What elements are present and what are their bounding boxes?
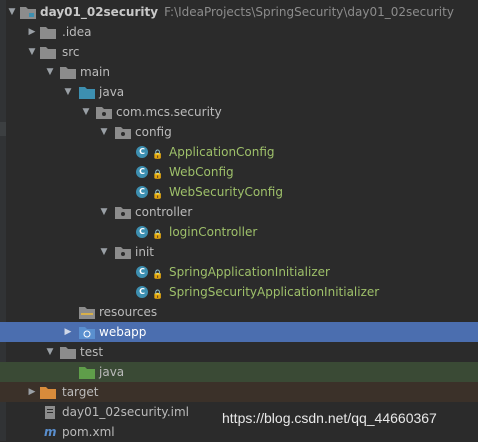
package-label: com.mcs.security: [116, 105, 222, 119]
webapp-label: webapp: [99, 325, 147, 339]
target-label: target: [62, 385, 99, 399]
tree-row-application-config[interactable]: C 🔒 ApplicationConfig: [0, 142, 478, 162]
controller-label: controller: [135, 205, 193, 219]
package-icon: [115, 127, 131, 139]
maven-icon: m: [44, 425, 57, 439]
iml-file-icon: [45, 406, 55, 419]
chevron-down-icon[interactable]: ▼: [98, 242, 110, 262]
source-folder-icon: [79, 87, 95, 99]
resources-label: resources: [99, 305, 158, 319]
tree-row-login-controller[interactable]: C 🔒 loginController: [0, 222, 478, 242]
chevron-down-icon[interactable]: ▼: [26, 42, 38, 62]
package-icon: [115, 247, 131, 259]
chevron-right-icon[interactable]: ▶: [26, 22, 38, 42]
tree-row-root[interactable]: ▼ day01_02security F:\IdeaProjects\Spring…: [0, 2, 478, 22]
root-name: day01_02security: [40, 5, 159, 19]
tree-row-java[interactable]: ▼ java: [0, 82, 478, 102]
src-label: src: [62, 45, 80, 59]
pom-label: pom.xml: [62, 425, 115, 439]
tree-row-main[interactable]: ▼ main: [0, 62, 478, 82]
chevron-down-icon[interactable]: ▼: [62, 82, 74, 102]
class-icon: C: [136, 146, 148, 158]
chevron-down-icon[interactable]: ▼: [6, 2, 18, 22]
tree-row-controller[interactable]: ▼ controller: [0, 202, 478, 222]
chevron-down-icon[interactable]: ▼: [98, 202, 110, 222]
chevron-down-icon[interactable]: ▼: [80, 102, 92, 122]
class-icon: C: [136, 166, 148, 178]
lock-icon: 🔒: [152, 190, 164, 200]
tree-row-config[interactable]: ▼ config: [0, 122, 478, 142]
chevron-right-icon[interactable]: ▶: [26, 382, 38, 402]
chevron-down-icon[interactable]: ▼: [44, 342, 56, 362]
tree-row-test[interactable]: ▼ test: [0, 342, 478, 362]
main-label: main: [80, 65, 110, 79]
tree-row-web-security-config[interactable]: C 🔒 WebSecurityConfig: [0, 182, 478, 202]
class-icon: C: [136, 226, 148, 238]
watermark: https://blog.csdn.net/qq_44660367: [222, 410, 437, 426]
class-icon: C: [136, 286, 148, 298]
package-icon: [96, 107, 112, 119]
tree-row-spring-sec-init[interactable]: C 🔒 SpringSecurityApplicationInitializer: [0, 282, 478, 302]
tree-row-src[interactable]: ▼ src: [0, 42, 478, 62]
spring-app-init-label: SpringApplicationInitializer: [169, 265, 330, 279]
module-folder-icon: [20, 7, 36, 19]
application-config-label: ApplicationConfig: [169, 145, 275, 159]
folder-icon: [60, 347, 76, 359]
chevron-down-icon[interactable]: ▼: [98, 122, 110, 142]
iml-label: day01_02security.iml: [62, 405, 189, 419]
class-icon: C: [136, 266, 148, 278]
tree-row-resources[interactable]: resources: [0, 302, 478, 322]
chevron-right-icon[interactable]: ▶: [62, 322, 74, 342]
excluded-folder-icon: [40, 387, 56, 399]
tree-row-target[interactable]: ▶ target: [0, 382, 478, 402]
lock-icon: 🔒: [152, 230, 164, 240]
spring-sec-init-label: SpringSecurityApplicationInitializer: [169, 285, 380, 299]
folder-icon: [40, 47, 56, 59]
config-label: config: [135, 125, 172, 139]
java-label: java: [99, 85, 125, 99]
init-label: init: [135, 245, 154, 259]
web-security-config-label: WebSecurityConfig: [169, 185, 283, 199]
tree-row-web-config[interactable]: C 🔒 WebConfig: [0, 162, 478, 182]
package-icon: [115, 207, 131, 219]
tree-row-idea[interactable]: ▶ .idea: [0, 22, 478, 42]
tree-row-package[interactable]: ▼ com.mcs.security: [0, 102, 478, 122]
web-folder-icon: [79, 327, 95, 339]
tree-row-spring-app-init[interactable]: C 🔒 SpringApplicationInitializer: [0, 262, 478, 282]
test-java-label: java: [99, 365, 125, 379]
test-folder-icon: [79, 367, 95, 379]
lock-icon: 🔒: [152, 150, 164, 160]
folder-icon: [60, 67, 76, 79]
root-path: F:\IdeaProjects\SpringSecurity\day01_02s…: [164, 5, 454, 19]
idea-label: .idea: [62, 25, 92, 39]
tree-row-init[interactable]: ▼ init: [0, 242, 478, 262]
tree-row-test-java[interactable]: java: [0, 362, 478, 382]
tree-row-webapp[interactable]: ▶ webapp: [0, 322, 478, 342]
folder-icon: [40, 27, 56, 39]
lock-icon: 🔒: [152, 170, 164, 180]
web-config-label: WebConfig: [169, 165, 234, 179]
root-label: day01_02security F:\IdeaProjects\SpringSe…: [40, 2, 454, 22]
lock-icon: 🔒: [152, 290, 164, 300]
class-icon: C: [136, 186, 148, 198]
test-label: test: [80, 345, 104, 359]
lock-icon: 🔒: [152, 270, 164, 280]
chevron-down-icon[interactable]: ▼: [44, 62, 56, 82]
resources-folder-icon: [79, 307, 95, 319]
login-controller-label: loginController: [169, 225, 258, 239]
